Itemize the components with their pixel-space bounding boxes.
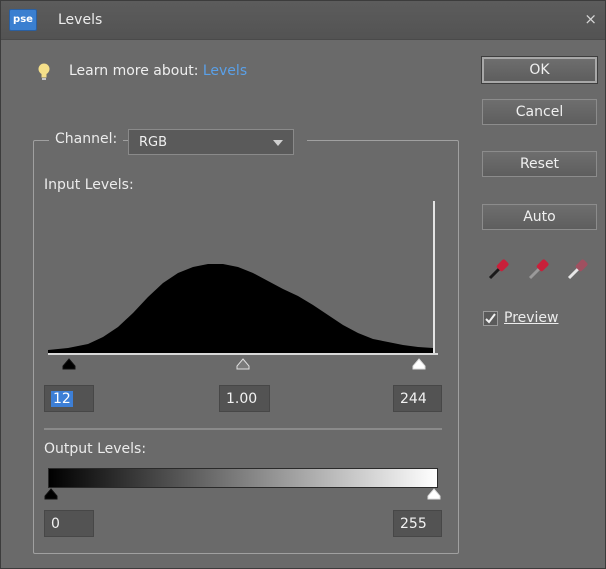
close-icon[interactable]: × bbox=[584, 10, 597, 28]
preview-label[interactable]: Preview bbox=[504, 310, 559, 326]
output-white-field[interactable]: 255 bbox=[393, 510, 442, 537]
ok-button[interactable]: OK bbox=[481, 56, 598, 84]
output-gradient-bar bbox=[48, 468, 438, 488]
gray-point-eyedropper-icon[interactable] bbox=[527, 255, 553, 281]
help-link[interactable]: Levels bbox=[203, 63, 247, 79]
channel-select[interactable]: RGB bbox=[128, 129, 294, 155]
reset-button[interactable]: Reset bbox=[482, 151, 597, 177]
help-line: Learn more about: Levels bbox=[69, 63, 247, 79]
auto-button[interactable]: Auto bbox=[482, 204, 597, 230]
input-gamma-slider[interactable] bbox=[235, 357, 251, 371]
help-prefix: Learn more about: bbox=[69, 63, 203, 79]
input-black-value: 12 bbox=[51, 391, 73, 407]
preview-checkbox[interactable] bbox=[483, 311, 498, 326]
input-slider-track bbox=[48, 353, 438, 355]
output-black-slider[interactable] bbox=[43, 487, 59, 501]
divider bbox=[44, 428, 442, 430]
app-icon: pse bbox=[9, 9, 37, 31]
input-black-slider[interactable] bbox=[61, 357, 77, 371]
output-black-field[interactable]: 0 bbox=[44, 510, 94, 537]
title-bar: pse Levels × bbox=[1, 1, 605, 40]
input-black-field[interactable]: 12 bbox=[44, 385, 94, 412]
output-levels-label: Output Levels: bbox=[44, 441, 147, 457]
channel-label: Channel: bbox=[49, 131, 124, 147]
chevron-down-icon bbox=[273, 140, 283, 146]
lightbulb-icon bbox=[38, 63, 50, 80]
input-levels-label: Input Levels: bbox=[44, 177, 134, 193]
output-white-slider[interactable] bbox=[426, 487, 442, 501]
histogram bbox=[48, 201, 435, 353]
groupbox-gap bbox=[293, 133, 307, 147]
levels-dialog: pse Levels × Learn more about: Levels Ch… bbox=[0, 0, 606, 569]
window-title: Levels bbox=[58, 12, 103, 28]
input-white-slider[interactable] bbox=[411, 357, 427, 371]
input-gamma-field[interactable]: 1.00 bbox=[219, 385, 270, 412]
cancel-button[interactable]: Cancel bbox=[482, 99, 597, 125]
black-point-eyedropper-icon[interactable] bbox=[487, 255, 513, 281]
channel-value: RGB bbox=[139, 135, 168, 150]
white-point-eyedropper-icon[interactable] bbox=[566, 255, 592, 281]
input-white-field[interactable]: 244 bbox=[393, 385, 442, 412]
